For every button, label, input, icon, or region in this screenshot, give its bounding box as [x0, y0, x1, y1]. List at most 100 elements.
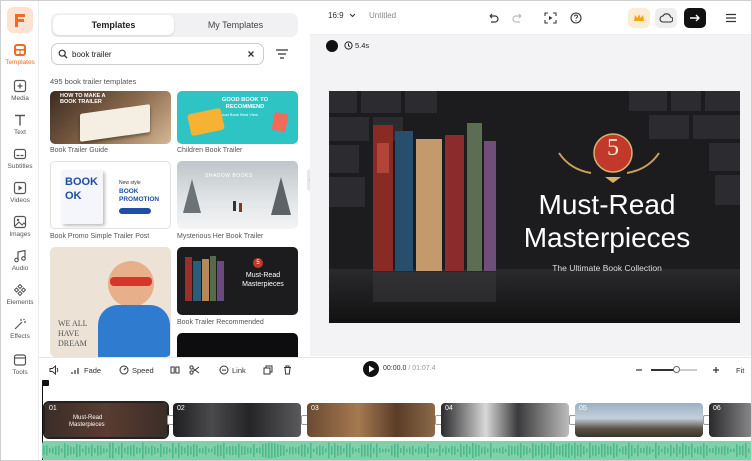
- zoom-slider[interactable]: [651, 366, 697, 373]
- waveform-bar: [193, 444, 195, 457]
- filter-button[interactable]: [275, 47, 291, 61]
- template-card[interactable]: GOOD BOOK TO RECOMMEND Good Book Best Vi…: [177, 91, 298, 144]
- waveform-bar: [58, 445, 60, 456]
- fit-button[interactable]: Fit: [736, 362, 744, 378]
- book-cover-text: BOOK: [65, 176, 98, 188]
- waveform-bar: [331, 446, 333, 455]
- waveform-bar: [700, 446, 702, 455]
- template-card[interactable]: 5 Must-Read Masterpieces: [177, 247, 298, 315]
- zoom-slider-knob[interactable]: [672, 366, 680, 373]
- zoom-out-button[interactable]: [635, 362, 643, 378]
- delete-button[interactable]: [283, 362, 292, 378]
- waveform-bar: [427, 443, 429, 458]
- undo-button[interactable]: [482, 8, 504, 28]
- app-logo[interactable]: [7, 7, 33, 33]
- template-card[interactable]: [177, 333, 298, 357]
- cloud-save-button[interactable]: [655, 8, 677, 28]
- timeline-clip[interactable]: 05: [575, 403, 703, 437]
- premium-button[interactable]: [628, 8, 650, 28]
- waveform-bar: [271, 442, 273, 459]
- aspect-ratio-select[interactable]: 16:9: [328, 11, 356, 20]
- template-caption: Book Trailer Guide: [50, 147, 108, 154]
- redo-button[interactable]: [507, 8, 529, 28]
- book-shape: [193, 261, 201, 301]
- video-preview[interactable]: 5 Must-Read Masterpieces The Ultimate Bo…: [329, 91, 740, 323]
- sidebar-item-media[interactable]: Media: [1, 79, 39, 109]
- sidebar-item-text[interactable]: Text: [1, 113, 39, 143]
- waveform-bar: [712, 447, 714, 454]
- sidebar-item-images[interactable]: Images: [1, 215, 39, 245]
- preview-button[interactable]: [539, 8, 561, 28]
- duplicate-button[interactable]: [263, 362, 273, 378]
- background-color-swatch[interactable]: [326, 40, 338, 52]
- waveform-bar: [631, 444, 633, 457]
- play-button[interactable]: [363, 361, 379, 377]
- waveform-bar: [397, 443, 399, 458]
- sidebar-item-label: Templates: [5, 59, 35, 66]
- waveform-bar: [523, 445, 525, 456]
- clip-number: 03: [311, 405, 319, 412]
- split-button[interactable]: [170, 362, 180, 378]
- speaker-icon: [49, 365, 59, 375]
- sidebar-item-effects[interactable]: Effects: [1, 317, 39, 347]
- template-card[interactable]: BOOK OK New style BOOK PROMOTION: [50, 161, 171, 229]
- sidebar-item-videos[interactable]: Videos: [1, 181, 39, 211]
- waveform-bar: [82, 448, 84, 453]
- timeline-clip[interactable]: 02: [173, 403, 301, 437]
- export-button[interactable]: [684, 8, 706, 28]
- template-card[interactable]: WE ALL HAVE DREAM: [50, 247, 171, 357]
- waveform-bar: [202, 447, 204, 454]
- waveform-bar: [478, 444, 480, 457]
- waveform-bar: [229, 446, 231, 455]
- volume-button[interactable]: [49, 362, 60, 378]
- zoom-in-button[interactable]: [712, 362, 720, 378]
- sidebar-item-elements[interactable]: Elements: [1, 283, 39, 313]
- timeline-clip[interactable]: 06: [709, 403, 751, 437]
- tab-templates[interactable]: Templates: [53, 15, 174, 35]
- waveform-bar: [226, 446, 228, 455]
- timeline: 01 Must-Read Masterpieces 02 03 04 05 06: [39, 380, 751, 460]
- clear-search-icon[interactable]: [247, 50, 255, 58]
- editor-app: Templates Media Text Subtitles Videos Im…: [0, 0, 752, 461]
- waveform-bar: [661, 448, 663, 453]
- elements-icon: [13, 283, 27, 297]
- waveform-bar: [484, 446, 486, 455]
- tab-my-templates[interactable]: My Templates: [175, 15, 296, 35]
- template-card[interactable]: SHADOW BOOKS: [177, 161, 298, 229]
- link-button[interactable]: Link: [219, 362, 246, 378]
- search-input[interactable]: [72, 47, 242, 61]
- speed-button[interactable]: Speed: [119, 362, 154, 378]
- book-shape: [187, 107, 225, 137]
- fade-icon: [71, 367, 79, 374]
- sidebar-item-tools[interactable]: Tools: [1, 353, 39, 383]
- waveform-bar: [115, 448, 117, 453]
- waveform-bar: [103, 447, 105, 454]
- sidebar-item-subtitles[interactable]: Subtitles: [1, 147, 39, 177]
- sidebar-item-templates[interactable]: Templates: [1, 43, 39, 73]
- project-title[interactable]: Untitled: [369, 11, 396, 20]
- cut-button[interactable]: [189, 362, 200, 378]
- timeline-clip[interactable]: 01 Must-Read Masterpieces: [43, 401, 169, 439]
- waveform-bar: [133, 444, 135, 457]
- menu-button[interactable]: [720, 8, 742, 28]
- playhead-handle[interactable]: [42, 380, 49, 386]
- timeline-clip[interactable]: 04: [441, 403, 569, 437]
- waveform-bar: [508, 445, 510, 456]
- fade-button[interactable]: Fade: [71, 362, 101, 378]
- waveform-bar: [148, 447, 150, 454]
- clock-icon: [344, 41, 353, 50]
- waveform-bar: [715, 445, 717, 456]
- book-shape: [185, 257, 192, 301]
- effects-icon: [14, 318, 26, 330]
- waveform-bar: [646, 445, 648, 456]
- timeline-clip[interactable]: 03: [307, 403, 435, 437]
- template-card[interactable]: HOW TO MAKE A BOOK TRAILER: [50, 91, 171, 144]
- help-button[interactable]: [565, 8, 587, 28]
- waveform-bar: [520, 443, 522, 458]
- duration-control[interactable]: 5.4s: [344, 41, 369, 50]
- waveform-bar: [643, 447, 645, 454]
- waveform-bar: [697, 446, 699, 455]
- audio-track[interactable]: [42, 441, 751, 460]
- sidebar-item-audio[interactable]: Audio: [1, 249, 39, 279]
- waveform-bar: [124, 447, 126, 454]
